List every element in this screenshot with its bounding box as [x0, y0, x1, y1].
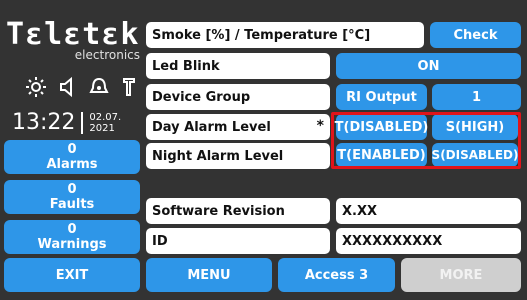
led-blink-value: ON: [417, 58, 440, 74]
clock-date-day: 02.07.: [89, 111, 122, 123]
warnings-label: Warnings: [37, 237, 107, 252]
faults-label: Faults: [49, 197, 95, 212]
software-revision-label: Software Revision: [146, 198, 330, 224]
exit-label: EXIT: [55, 267, 89, 283]
device-group-label: Device Group: [146, 84, 330, 110]
alarms-label: Alarms: [46, 157, 98, 172]
alarm-level-highlight: [331, 112, 521, 169]
teletek-logo: Tεlεtεk electronics: [6, 17, 142, 63]
alarms-button[interactable]: 0 Alarms: [4, 140, 140, 174]
exit-button[interactable]: EXIT: [4, 258, 140, 292]
more-button[interactable]: MORE: [401, 258, 521, 292]
logo-text: Tεlεtεk: [6, 17, 140, 52]
check-button[interactable]: Check: [430, 22, 521, 48]
led-blink-label: Led Blink: [146, 53, 330, 79]
ri-output-label: RI Output: [346, 89, 417, 105]
alarm-bell-icon: [89, 76, 109, 105]
warnings-button[interactable]: 0 Warnings: [4, 220, 140, 254]
smoke-temp-label: Smoke [%] / Temperature [°C]: [146, 22, 424, 48]
day-alarm-label: Day Alarm Level *: [146, 114, 330, 140]
access-level-button[interactable]: Access 3: [278, 258, 395, 292]
speaker-icon: [59, 76, 77, 105]
night-alarm-label: Night Alarm Level: [146, 143, 330, 169]
access-level-label: Access 3: [304, 267, 369, 283]
clock-date-year: 2021: [89, 122, 115, 134]
day-alarm-label-text: Day Alarm Level: [152, 119, 271, 135]
check-label: Check: [453, 27, 498, 43]
status-icons: [25, 76, 137, 105]
faults-count: 0: [67, 182, 77, 197]
more-label: MORE: [439, 267, 483, 283]
faults-button[interactable]: 0 Faults: [4, 180, 140, 214]
clock-date: 02.07. 2021: [89, 112, 121, 134]
device-group-value: 1: [471, 89, 482, 105]
id-label: ID: [146, 228, 330, 254]
alarms-count: 0: [67, 142, 77, 157]
clock-time: 13:22: [12, 110, 76, 135]
clock: 13:22 02.07. 2021: [12, 110, 121, 135]
phone-icon: [121, 76, 137, 105]
device-group-value-button[interactable]: 1: [432, 84, 521, 110]
menu-button[interactable]: MENU: [146, 258, 272, 292]
id-value: XXXXXXXXXX: [336, 228, 521, 254]
led-blink-toggle[interactable]: ON: [336, 53, 521, 79]
device-screen: Tεlεtεk electronics 13:22 02.07. 2021 0 …: [0, 0, 527, 300]
sun-icon: [25, 76, 47, 105]
clock-separator: [81, 111, 84, 134]
software-revision-value: X.XX: [336, 198, 521, 224]
day-alarm-marker: *: [316, 118, 324, 134]
warnings-count: 0: [67, 222, 77, 237]
ri-output-button[interactable]: RI Output: [336, 84, 427, 110]
menu-label: MENU: [187, 267, 231, 283]
